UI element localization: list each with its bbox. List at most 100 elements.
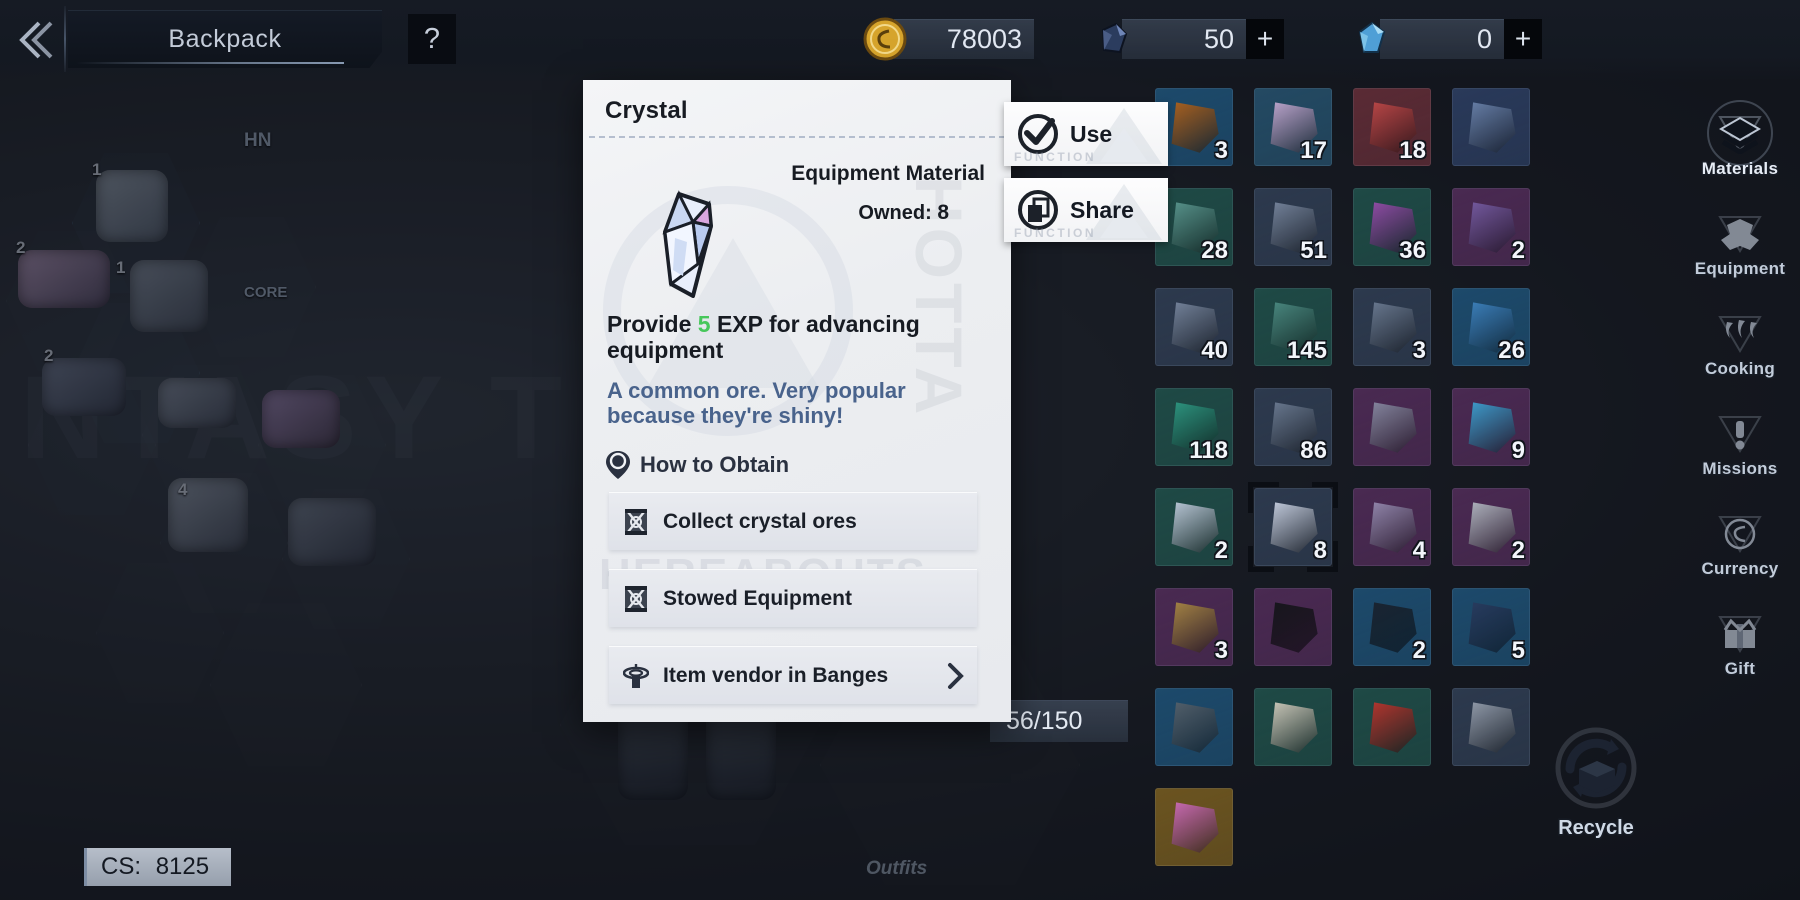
function-label: Use (1070, 120, 1113, 147)
inventory-cell[interactable]: 17 (1254, 88, 1332, 166)
inventory-cell[interactable]: 2 (1452, 188, 1530, 266)
sidebar-item-materials[interactable]: Materials (1680, 96, 1800, 196)
inventory-cell[interactable]: 2 (1452, 488, 1530, 566)
inventory-cell[interactable]: 3 (1353, 288, 1431, 366)
inventory-cell[interactable]: 40 (1155, 288, 1233, 366)
item-type-label: Equipment Material (791, 162, 985, 185)
inventory-cell[interactable]: 145 (1254, 288, 1332, 366)
item-thumbnail (1171, 602, 1219, 653)
inventory-cell[interactable]: 18 (1353, 88, 1431, 166)
blue-gem-add-button[interactable]: + (1504, 19, 1542, 59)
inventory-cell[interactable]: 9 (1452, 388, 1530, 466)
inventory-cell[interactable]: 4 (1353, 488, 1431, 566)
item-count: 9 (1511, 437, 1525, 464)
obtain-source-row[interactable]: Collect crystal ores (609, 492, 977, 550)
inventory-grid-overlay: 3 17 18 28 51 36 2 40 145 3 26 118 86 9 2 8 4 2 3 2 5 (1155, 88, 1530, 866)
page-title: Backpack (168, 25, 282, 53)
cs-value: 8125 (155, 853, 210, 880)
item-thumbnail (1369, 502, 1417, 553)
flame-icon (1718, 315, 1762, 353)
inventory-cell[interactable] (1155, 788, 1233, 866)
sidebar-item-gift[interactable]: Gift (1680, 596, 1800, 696)
selection-corner (1312, 482, 1338, 508)
inventory-cell[interactable] (1254, 588, 1332, 666)
inventory-cell[interactable]: 2 (1155, 488, 1233, 566)
item-thumbnail (1171, 502, 1219, 553)
currency-dark-crystal[interactable]: 50 + (1090, 14, 1284, 64)
inventory-cell[interactable] (1452, 688, 1530, 766)
blue-gem-value: 0 (1476, 24, 1492, 54)
scroll-icon (625, 585, 647, 612)
inventory-cell[interactable] (1353, 688, 1431, 766)
dark-crystal-value-plate: 50 (1122, 19, 1246, 59)
tower-icon (623, 663, 649, 688)
exclamation-icon (1718, 415, 1762, 453)
combat-score-plate: CS: 8125 (84, 848, 232, 886)
item-thumbnail (1171, 802, 1219, 853)
recycle-button[interactable]: Recycle (1520, 712, 1672, 852)
back-button[interactable] (6, 8, 62, 72)
inventory-cell-selected[interactable]: 8 (1248, 482, 1338, 572)
dark-crystal-value: 50 (1203, 24, 1234, 54)
inventory-cell[interactable]: 5 (1452, 588, 1530, 666)
gift-box-icon (1718, 615, 1762, 653)
scroll-icon (625, 508, 647, 535)
top-bar: Backpack ? 78003 50 + 0 + (0, 0, 1800, 82)
function-watermark: FUNCTION (1014, 150, 1096, 164)
how-to-obtain-label: How to Obtain (640, 452, 790, 477)
dialog-divider (589, 136, 1005, 138)
item-thumbnail (1369, 602, 1417, 653)
item-count: 145 (1286, 337, 1327, 364)
sidebar-item-currency[interactable]: Currency (1680, 496, 1800, 596)
sidebar-item-equipment[interactable]: Equipment (1680, 196, 1800, 296)
item-thumbnail (1468, 102, 1516, 153)
dark-crystal-add-button[interactable]: + (1246, 19, 1284, 59)
item-thumbnail (1468, 502, 1516, 553)
blue-gem-plus-label: + (1514, 23, 1532, 54)
owned-value: 8 (937, 201, 949, 224)
inventory-cell[interactable]: 26 (1452, 288, 1530, 366)
gold-value-plate: 78003 (894, 19, 1034, 59)
use-button[interactable]: Use FUNCTION (1004, 102, 1168, 166)
category-sidebar: Materials Equipment Cooking Missions Currenc… (1680, 96, 1800, 696)
recycle-icon (1555, 727, 1637, 808)
inventory-cell[interactable]: 118 (1155, 388, 1233, 466)
inventory-cell[interactable]: 86 (1254, 388, 1332, 466)
item-count: 2 (1511, 537, 1525, 564)
layers-icon (1718, 115, 1762, 154)
obtain-source-row[interactable]: Stowed Equipment (609, 569, 977, 627)
help-button[interactable]: ? (408, 14, 456, 64)
inventory-cell[interactable]: 3 (1155, 588, 1233, 666)
help-label: ? (423, 22, 441, 55)
blue-gem-value-plate: 0 (1380, 19, 1504, 59)
share-button[interactable]: Share FUNCTION (1004, 178, 1168, 242)
inventory-cell[interactable] (1353, 388, 1431, 466)
inventory-cell[interactable]: 51 (1254, 188, 1332, 266)
map-pin-icon (606, 451, 630, 479)
item-count: 17 (1300, 137, 1327, 164)
armor-icon (1718, 215, 1762, 253)
sidebar-item-cooking[interactable]: Cooking (1680, 296, 1800, 396)
inventory-cell[interactable]: 2 (1353, 588, 1431, 666)
item-count: 86 (1300, 437, 1327, 464)
function-label: Share (1070, 196, 1134, 223)
item-thumbnail (1270, 602, 1318, 653)
inventory-cell[interactable] (1254, 688, 1332, 766)
inventory-cell[interactable]: 36 (1353, 188, 1431, 266)
inventory-cell[interactable] (1155, 688, 1233, 766)
item-count: 3 (1412, 337, 1426, 364)
obtain-source-row[interactable]: Item vendor in Banges (609, 646, 977, 704)
selection-corner (1248, 546, 1274, 572)
item-thumbnail (1369, 402, 1417, 453)
game-screen: NTASY T 1 2 1 2 4 (0, 0, 1800, 900)
outfits-label: Outfits (866, 858, 928, 879)
item-flavor-text: A common ore. Very popular because they'… (607, 378, 906, 429)
effect-exp-value: 5 (697, 311, 711, 337)
inventory-cell[interactable] (1452, 88, 1530, 166)
currency-gold[interactable]: 78003 (862, 14, 1034, 64)
sidebar-item-missions[interactable]: Missions (1680, 396, 1800, 496)
obtain-source-label: Stowed Equipment (663, 586, 852, 610)
item-thumbnail (1468, 202, 1516, 253)
currency-blue-gem[interactable]: 0 + (1348, 14, 1542, 64)
effect-prefix: Provide (607, 311, 692, 337)
